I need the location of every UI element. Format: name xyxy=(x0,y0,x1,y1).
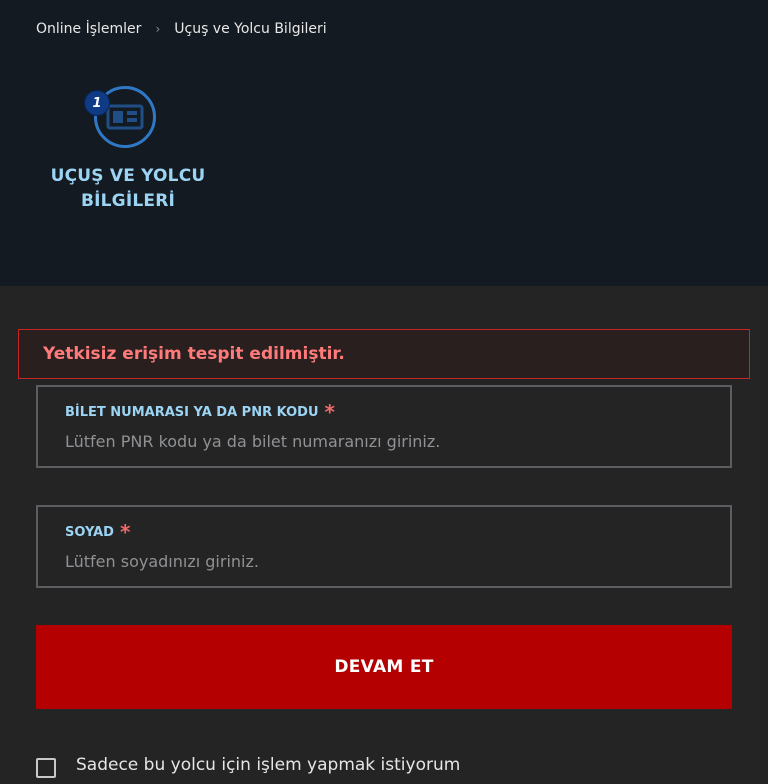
pnr-input[interactable] xyxy=(65,429,695,453)
stepper-step-1: 1 UÇUŞ VE YOLCU BİLGİLERİ xyxy=(51,86,205,216)
breadcrumb-item-online-islemler[interactable]: Online İşlemler xyxy=(36,21,141,37)
single-passenger-label[interactable]: Sadece bu yolcu için işlem yapmak istiyo… xyxy=(76,754,460,776)
boarding-pass-icon xyxy=(106,104,144,130)
chevron-right-icon: › xyxy=(155,22,161,36)
surname-field-label-row: SOYAD * xyxy=(65,520,131,544)
header-panel: Online İşlemler › Uçuş ve Yolcu Bilgiler… xyxy=(0,0,768,286)
error-alert: Yetkisiz erişim tespit edilmiştir. xyxy=(18,329,750,379)
surname-field[interactable]: SOYAD * xyxy=(36,505,732,588)
pnr-field-label: BİLET NUMARASI YA DA PNR KODU xyxy=(65,405,319,420)
surname-field-label: SOYAD xyxy=(65,525,114,540)
breadcrumb-item-current: Uçuş ve Yolcu Bilgileri xyxy=(174,21,327,37)
single-passenger-option[interactable]: Sadece bu yolcu için işlem yapmak istiyo… xyxy=(36,754,460,784)
error-alert-message: Yetkisiz erişim tespit edilmiştir. xyxy=(43,344,345,364)
single-passenger-checkbox[interactable] xyxy=(36,758,56,778)
step-label: UÇUŞ VE YOLCU BİLGİLERİ xyxy=(50,166,206,211)
surname-input[interactable] xyxy=(65,549,695,573)
required-asterisk-icon: * xyxy=(119,520,131,544)
breadcrumb: Online İşlemler › Uçuş ve Yolcu Bilgiler… xyxy=(36,18,327,40)
pnr-field-label-row: BİLET NUMARASI YA DA PNR KODU * xyxy=(65,400,335,424)
required-asterisk-icon: * xyxy=(324,400,335,424)
step-number-badge: 1 xyxy=(84,90,110,116)
continue-button[interactable]: DEVAM ET xyxy=(36,625,732,709)
pnr-field[interactable]: BİLET NUMARASI YA DA PNR KODU * xyxy=(36,385,732,468)
